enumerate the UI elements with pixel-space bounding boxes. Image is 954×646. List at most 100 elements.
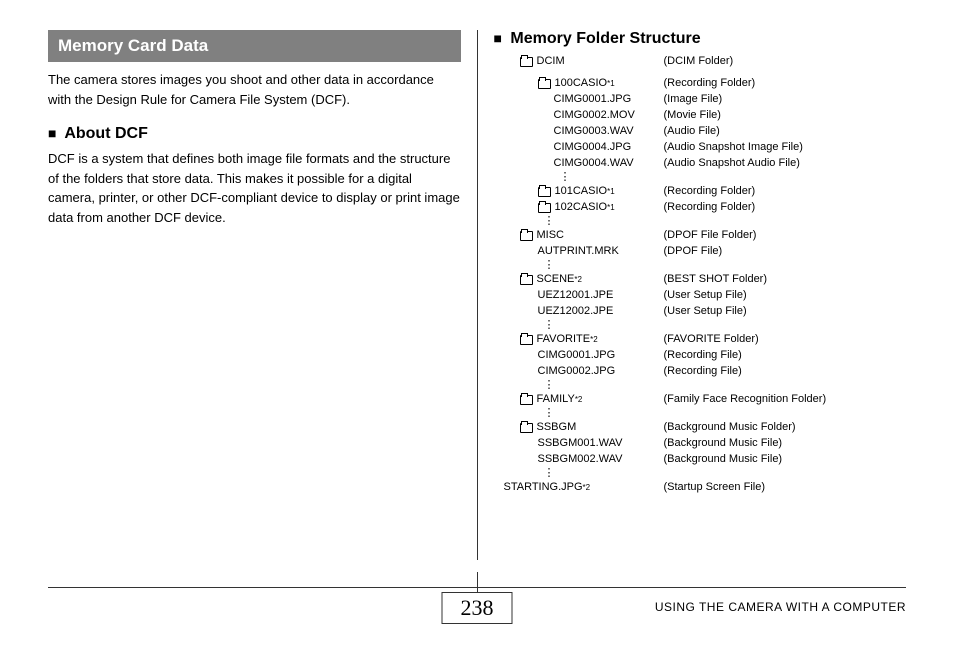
file-label: CIMG0003.WAV	[504, 124, 664, 140]
about-dcf-heading-text: About DCF	[64, 125, 148, 142]
tree-item-description: (DPOF File)	[664, 244, 907, 260]
folder-label: SCENE *2	[504, 272, 664, 288]
footnote-marker: *1	[607, 202, 615, 214]
tree-item-name: FAMILY	[537, 392, 575, 408]
footnote-marker: *2	[590, 334, 598, 346]
tree-item-name: CIMG0001.JPG	[538, 348, 616, 364]
vertical-dots-icon: ⋮	[504, 216, 907, 228]
two-column-layout: Memory Card Data The camera stores image…	[48, 30, 906, 560]
page: Memory Card Data The camera stores image…	[0, 0, 954, 646]
folder-icon	[520, 57, 533, 67]
footnote-marker: *2	[575, 394, 583, 406]
tree-row: SSBGM001.WAV(Background Music File)	[504, 436, 907, 452]
file-label: AUTPRINT.MRK	[504, 244, 664, 260]
tree-item-description: (Family Face Recognition Folder)	[664, 392, 907, 408]
tree-row: FAVORITE *2 (FAVORITE Folder)	[504, 332, 907, 348]
folder-icon	[520, 231, 533, 241]
section-banner: Memory Card Data	[48, 30, 461, 62]
tree-item-name: SCENE	[537, 272, 575, 288]
footer-divider	[477, 572, 478, 592]
tree-item-name: FAVORITE	[537, 332, 591, 348]
tree-item-name: SSBGM	[537, 420, 577, 436]
footnote-marker: *2	[574, 274, 582, 286]
tree-item-description: (DPOF File Folder)	[664, 228, 907, 244]
folder-icon	[538, 187, 551, 197]
vertical-dots-icon: ⋮	[504, 172, 907, 184]
file-label: CIMG0001.JPG	[504, 92, 664, 108]
tree-item-name: MISC	[537, 228, 565, 244]
footnote-marker: *2	[583, 482, 591, 494]
tree-item-description: (Background Music Folder)	[664, 420, 907, 436]
tree-item-description: (Image File)	[664, 92, 907, 108]
tree-row: DCIM(DCIM Folder)	[504, 54, 907, 70]
tree-item-description: (User Setup File)	[664, 304, 907, 320]
folder-icon	[520, 275, 533, 285]
vertical-dots-icon: ⋮	[504, 468, 907, 480]
file-label: STARTING.JPG *2	[504, 480, 664, 496]
footer-section-title: USING THE CAMERA WITH A COMPUTER	[655, 600, 906, 614]
folder-icon	[520, 395, 533, 405]
tree-item-description: (Startup Screen File)	[664, 480, 907, 496]
tree-item-name: DCIM	[537, 54, 565, 70]
tree-item-description: (BEST SHOT Folder)	[664, 272, 907, 288]
tree-row: FAMILY *2(Family Face Recognition Folder…	[504, 392, 907, 408]
file-label: CIMG0002.JPG	[504, 364, 664, 380]
tree-item-description: (Audio Snapshot Image File)	[664, 140, 907, 156]
tree-row: SSBGM002.WAV(Background Music File)	[504, 452, 907, 468]
footnote-marker: *1	[607, 78, 615, 90]
right-column: ■ Memory Folder Structure DCIM(DCIM Fold…	[494, 30, 907, 560]
tree-item-description: (Movie File)	[664, 108, 907, 124]
vertical-dots-icon: ⋮	[504, 380, 907, 392]
tree-row: CIMG0001.JPG (Recording File)	[504, 348, 907, 364]
tree-row: SCENE *2(BEST SHOT Folder)	[504, 272, 907, 288]
tree-row: CIMG0003.WAV(Audio File)	[504, 124, 907, 140]
vertical-dots-icon: ⋮	[504, 408, 907, 420]
page-footer: 238 USING THE CAMERA WITH A COMPUTER	[48, 587, 906, 626]
square-bullet-icon: ■	[494, 30, 502, 46]
tree-item-description: (FAVORITE Folder)	[664, 332, 907, 348]
folder-label: 101CASIO *1	[504, 184, 664, 200]
page-number: 238	[442, 592, 513, 624]
tree-item-name: CIMG0002.MOV	[554, 108, 635, 124]
tree-item-name: 102CASIO	[555, 200, 608, 216]
folder-icon	[538, 203, 551, 213]
folder-icon	[538, 79, 551, 89]
tree-row: CIMG0004.JPG (Audio Snapshot Image File)	[504, 140, 907, 156]
tree-item-description: (Recording Folder)	[664, 200, 907, 216]
file-label: CIMG0004.JPG	[504, 140, 664, 156]
folder-label: 102CASIO *1	[504, 200, 664, 216]
tree-item-description: (Recording Folder)	[664, 184, 907, 200]
about-dcf-heading: ■ About DCF	[48, 125, 461, 143]
tree-row: CIMG0001.JPG (Image File)	[504, 92, 907, 108]
folder-label: MISC	[504, 228, 664, 244]
tree-item-description: (Recording File)	[664, 364, 907, 380]
file-label: CIMG0004.WAV	[504, 156, 664, 172]
tree-item-name: CIMG0004.JPG	[554, 140, 632, 156]
tree-row: MISC (DPOF File Folder)	[504, 228, 907, 244]
tree-item-description: (Audio Snapshot Audio File)	[664, 156, 907, 172]
intro-paragraph: The camera stores images you shoot and o…	[48, 70, 461, 109]
memory-folder-structure-heading: ■ Memory Folder Structure	[494, 30, 907, 48]
folder-label: DCIM	[504, 54, 664, 70]
tree-row: CIMG0002.MOV (Movie File)	[504, 108, 907, 124]
footnote-marker: *1	[607, 186, 615, 198]
tree-row: STARTING.JPG *2(Startup Screen File)	[504, 480, 907, 496]
tree-item-description: (User Setup File)	[664, 288, 907, 304]
tree-row: 100CASIO *1(Recording Folder)	[504, 76, 907, 92]
vertical-dots-icon: ⋮	[504, 320, 907, 332]
file-label: CIMG0002.MOV	[504, 108, 664, 124]
tree-item-description: (Audio File)	[664, 124, 907, 140]
tree-row: UEZ12001.JPE(User Setup File)	[504, 288, 907, 304]
tree-item-description: (Recording Folder)	[664, 76, 907, 92]
file-label: SSBGM002.WAV	[504, 452, 664, 468]
file-label: SSBGM001.WAV	[504, 436, 664, 452]
folder-label: FAMILY *2	[504, 392, 664, 408]
tree-item-description: (Recording File)	[664, 348, 907, 364]
folder-label: SSBGM	[504, 420, 664, 436]
tree-item-name: CIMG0001.JPG	[554, 92, 632, 108]
folder-icon	[520, 423, 533, 433]
tree-row: 102CASIO *1(Recording Folder)	[504, 200, 907, 216]
tree-item-description: (Background Music File)	[664, 452, 907, 468]
about-dcf-body: DCF is a system that defines both image …	[48, 149, 461, 227]
tree-row: UEZ12002.JPE(User Setup File)	[504, 304, 907, 320]
